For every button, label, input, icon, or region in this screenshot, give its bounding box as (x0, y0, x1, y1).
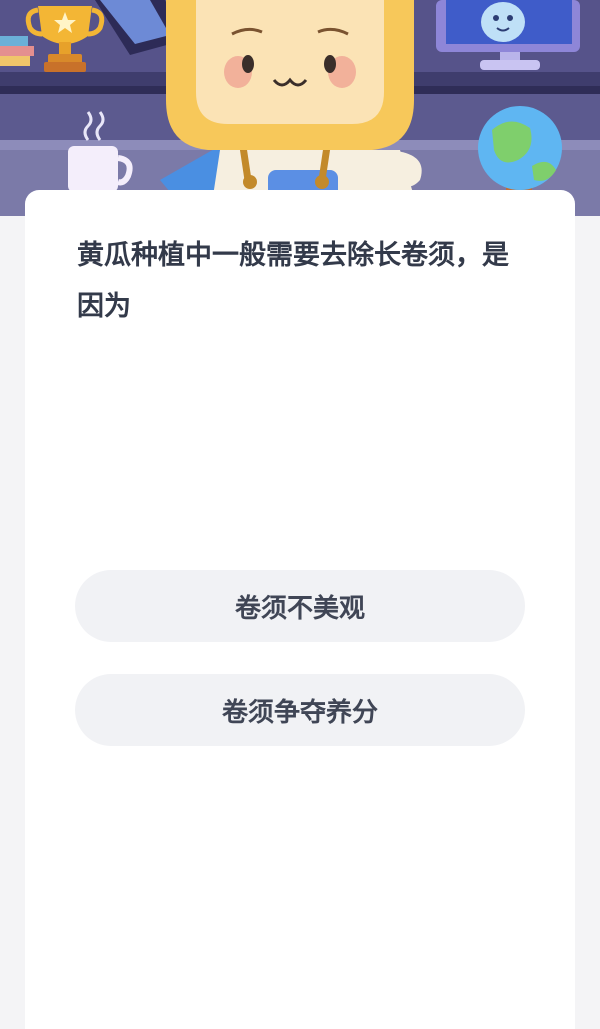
answer-option-1[interactable]: 卷须不美观 (75, 570, 525, 642)
answer-option-2[interactable]: 卷须争夺养分 (75, 674, 525, 746)
header-illustration (0, 0, 600, 216)
quiz-page: 黄瓜种植中一般需要去除长卷须，是因为 卷须不美观 卷须争夺养分 (0, 0, 600, 1029)
globe-icon (478, 106, 562, 190)
question-card: 黄瓜种植中一般需要去除长卷须，是因为 卷须不美观 卷须争夺养分 (25, 190, 575, 1029)
mascot-character (160, 0, 422, 216)
question-text: 黄瓜种植中一般需要去除长卷须，是因为 (77, 240, 509, 322)
